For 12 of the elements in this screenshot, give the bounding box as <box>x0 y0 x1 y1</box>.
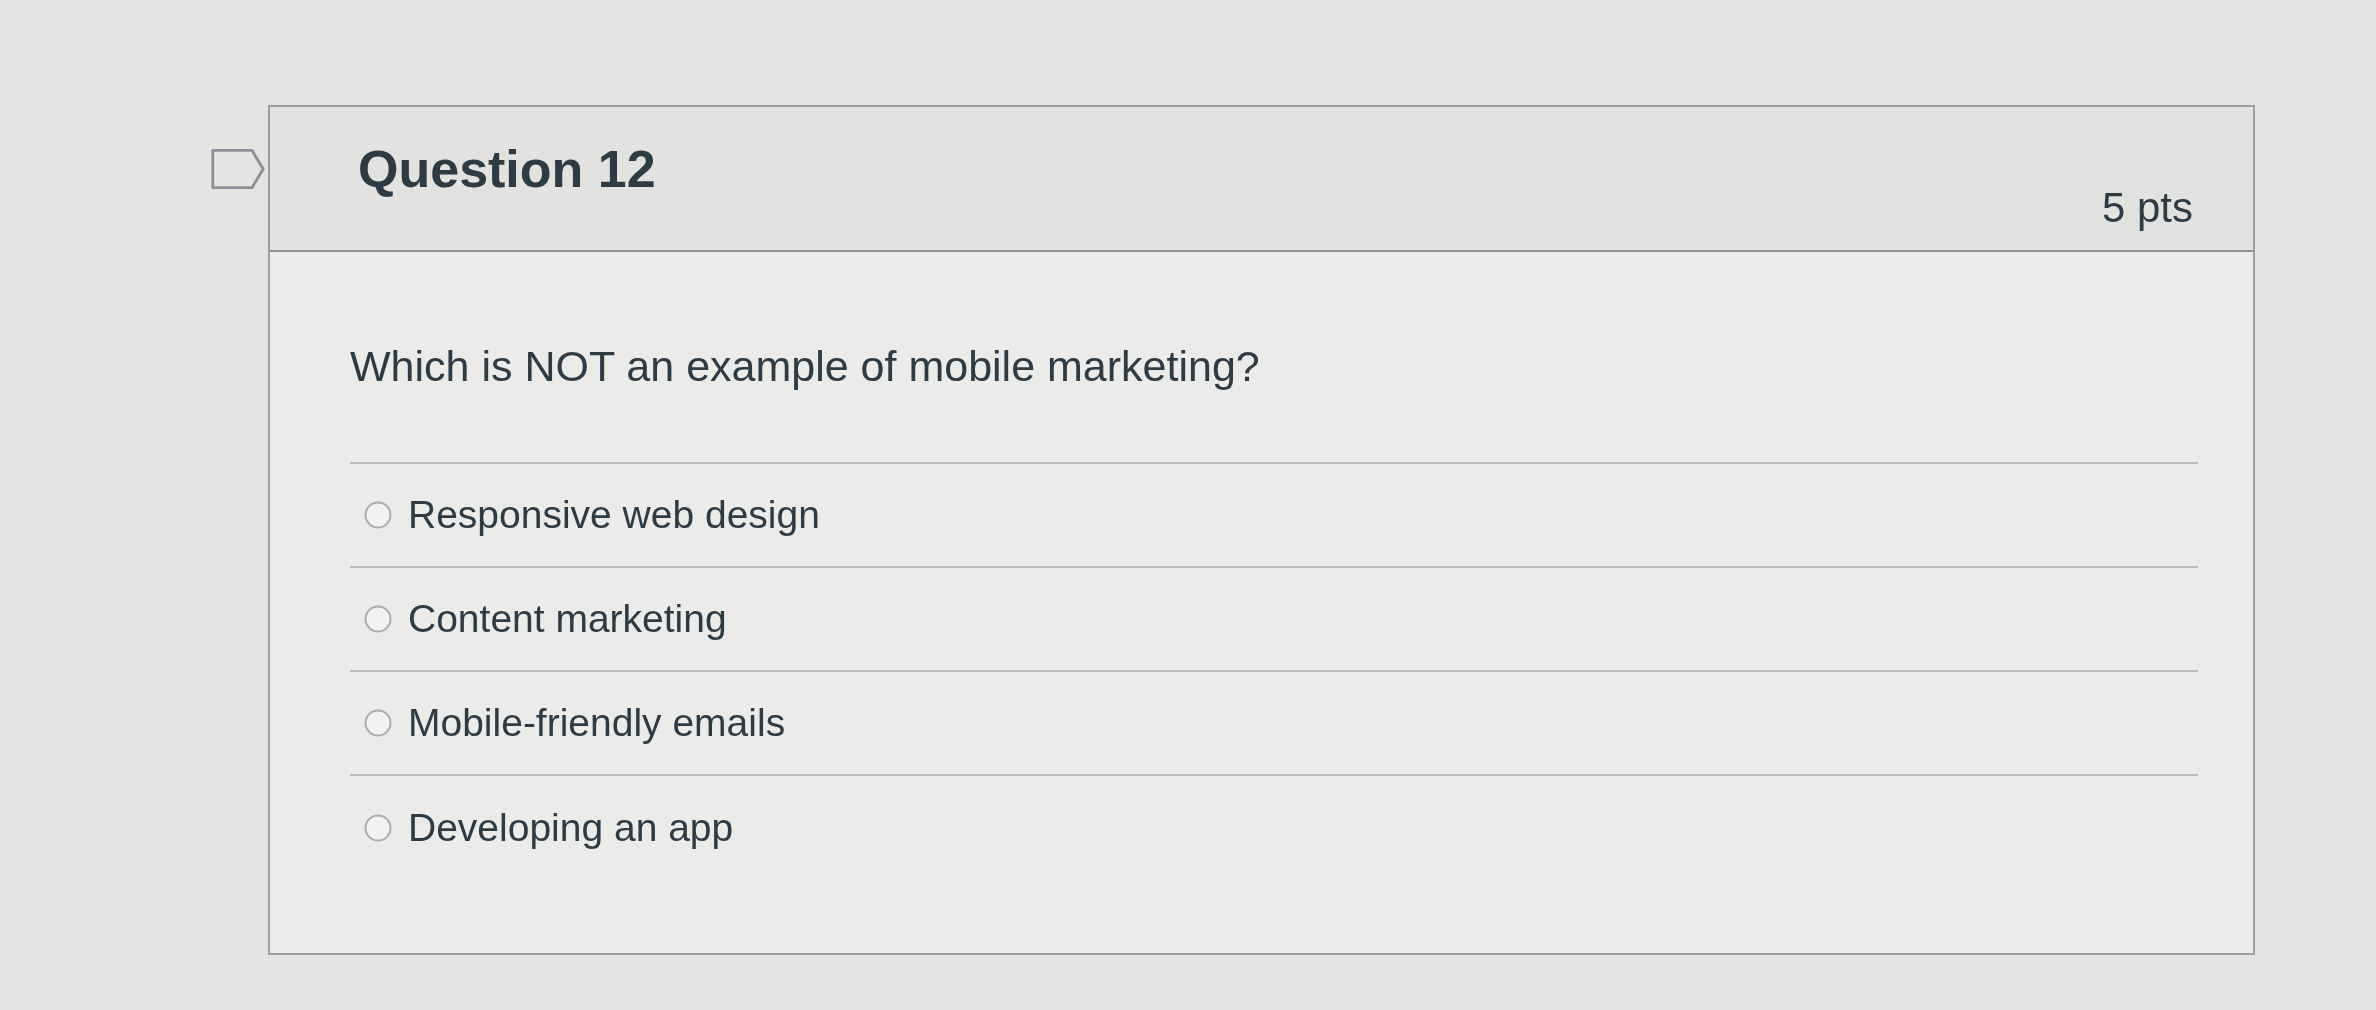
answer-label[interactable]: Content marketing <box>408 596 727 642</box>
radio-button[interactable] <box>364 709 392 737</box>
question-points: 5 pts <box>2101 183 2193 233</box>
answer-label[interactable]: Developing an app <box>408 805 734 851</box>
question-title: Question 12 <box>358 139 656 199</box>
answer-label[interactable]: Responsive web design <box>408 492 820 538</box>
question-text: Which is NOT an example of mobile marketing? <box>350 341 1260 392</box>
flag-icon[interactable] <box>210 147 266 191</box>
radio-button[interactable] <box>364 501 392 529</box>
radio-button[interactable] <box>364 814 392 842</box>
answer-label[interactable]: Mobile-friendly emails <box>408 700 786 746</box>
radio-button[interactable] <box>364 605 392 633</box>
